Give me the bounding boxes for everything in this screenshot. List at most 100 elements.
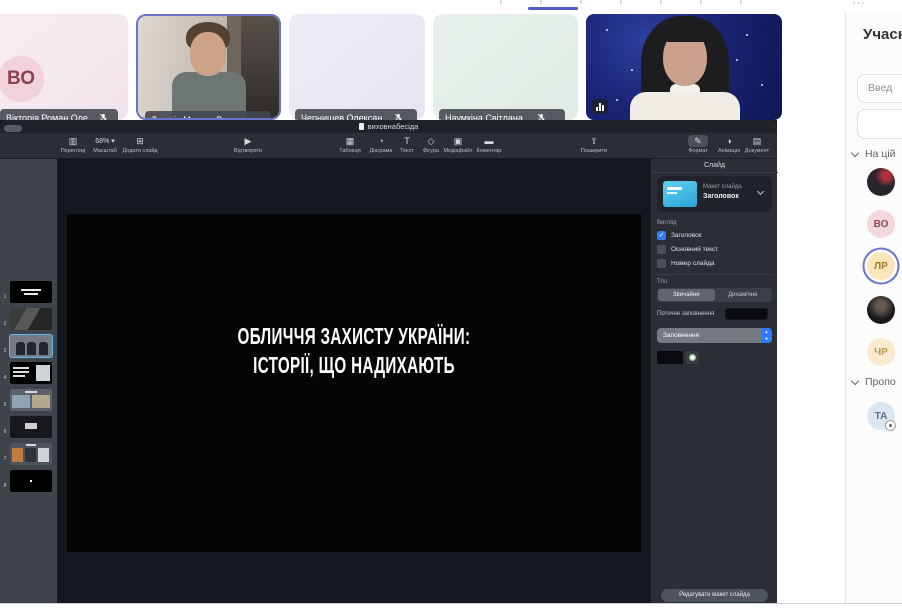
section-suggested[interactable]: Пропо xyxy=(865,376,896,388)
slide-thumbnail-1[interactable] xyxy=(10,281,52,303)
participant-tile-naumkina[interactable]: Наумкіна Світлана ... xyxy=(433,14,578,120)
top-strip: ⋯ xyxy=(0,0,902,14)
toolbar-share-button[interactable]: ⇧ Поширити xyxy=(575,135,613,155)
slide-number: 8 xyxy=(2,483,8,489)
slide-thumbnail-6[interactable] xyxy=(10,416,52,438)
sidebar-secondary-box[interactable] xyxy=(857,109,902,139)
participant-avatar-lr-active[interactable]: ЛР xyxy=(867,252,895,280)
participant-tile-lahutin-video[interactable]: Лагутін Микита Романо... xyxy=(136,14,281,120)
slide-thumbnail-8[interactable] xyxy=(10,470,52,492)
toolbar-document-button[interactable]: ▤ Документ xyxy=(740,135,774,155)
toolbar-label: Відтворити xyxy=(234,148,262,154)
segment-standard[interactable]: Звичайне xyxy=(658,289,715,301)
slide-title-line1: ОБЛИЧЧЯ ЗАХИСТУ УКРАЇНИ: xyxy=(165,322,544,351)
slide-thumbnail-4[interactable] xyxy=(10,362,52,384)
toolbar-view-button[interactable]: ▥ Перегляд xyxy=(57,135,89,155)
star xyxy=(761,84,763,86)
slide-canvas[interactable]: ОБЛИЧЧЯ ЗАХИСТУ УКРАЇНИ: ІСТОРІЇ, ЩО НАД… xyxy=(67,214,641,552)
slide-number: 1 xyxy=(2,294,8,300)
checkbox-label: Основний текст xyxy=(671,246,718,253)
star xyxy=(746,34,748,36)
slide-thumbnail-7[interactable] xyxy=(10,443,52,465)
window-controls[interactable] xyxy=(4,125,22,132)
toolbar-media-button[interactable]: ▣ Медіафайл xyxy=(440,135,476,155)
participant-avatar-photo[interactable] xyxy=(867,296,895,324)
current-fill-swatch[interactable] xyxy=(725,308,768,320)
checkbox-label: Номер слайда xyxy=(671,260,715,267)
slide-title[interactable]: ОБЛИЧЧЯ ЗАХИСТУ УКРАЇНИ: ІСТОРІЇ, ЩО НАД… xyxy=(165,322,544,380)
toolbar-play-button[interactable]: ▶ Відтворити xyxy=(228,135,268,155)
sidebar-title: Учасн xyxy=(863,26,902,43)
inspector-tab-slide[interactable]: Слайд xyxy=(651,159,778,173)
fill-color-well[interactable] xyxy=(657,351,683,364)
toolbar-text-button[interactable]: Т Текст xyxy=(394,135,420,155)
slide-thumbnail-5[interactable] xyxy=(10,389,52,411)
participant-tile-speaker-video[interactable] xyxy=(586,14,782,120)
participant-avatar-vo[interactable]: ВО xyxy=(867,210,895,238)
toolbar-add-slide-button[interactable]: ⊞ Додати слайд xyxy=(121,135,159,155)
participant-avatar-chr[interactable]: ЧР xyxy=(867,338,895,366)
participant-search-input[interactable]: Введ xyxy=(857,74,902,103)
toolbar-label: Додати слайд xyxy=(122,148,157,154)
mic-muted-icon xyxy=(99,113,108,120)
slide-title-line2: ІСТОРІЇ, ЩО НАДИХАЮТЬ xyxy=(165,351,544,380)
media-icon: ▣ xyxy=(440,135,476,148)
add-slide-icon: ⊞ xyxy=(121,135,159,148)
toolbar-label: Масштаб xyxy=(93,148,117,154)
dropdown-stepper-icon[interactable]: ▲▼ xyxy=(761,328,772,343)
checkbox-row-slide-number[interactable]: Номер слайда xyxy=(657,258,715,268)
participant-avatar-photo[interactable] xyxy=(867,168,895,196)
edit-slide-layout-button[interactable]: Редагувати макет слайда xyxy=(661,589,768,602)
checkbox-unchecked-icon[interactable] xyxy=(657,259,666,268)
mic-muted-icon xyxy=(394,113,403,120)
slide-number: 3 xyxy=(2,348,8,354)
color-picker-button[interactable] xyxy=(686,351,699,364)
current-fill-label: Поточне заповнення xyxy=(657,311,714,317)
toolbar-table-button[interactable]: ▦ Таблиця xyxy=(332,135,368,155)
presentation-titlebar: виховнабесіда xyxy=(0,120,777,133)
active-tab-indicator xyxy=(528,7,578,10)
participant-name-badge: Вікторія Роман Оле... xyxy=(0,109,118,120)
toolbar-chart-button[interactable]: ◔ Діаграма xyxy=(364,135,398,155)
toolbar-label: Коментар xyxy=(477,148,502,154)
participant-name-badge: Чернишев Олексан... xyxy=(295,109,417,120)
person-bangs xyxy=(660,24,710,42)
share-icon: ⇧ xyxy=(575,135,613,148)
toolbar-zoom-control[interactable]: 68% ▾ Масштаб xyxy=(89,135,121,155)
top-tick xyxy=(540,0,542,4)
segment-dynamic[interactable]: Динамічне xyxy=(715,289,772,301)
fill-type-dropdown[interactable]: Заповнення ▲▼ xyxy=(657,328,772,343)
toolbar-comment-button[interactable]: ▬ Коментар xyxy=(472,135,506,155)
layout-thumbnail xyxy=(663,181,697,207)
checkbox-row-body-text[interactable]: Основний текст xyxy=(657,244,718,254)
person-body xyxy=(630,92,740,120)
participant-tile-viktoriia[interactable]: ВО Вікторія Роман Оле... xyxy=(0,14,128,120)
star xyxy=(616,99,618,101)
checkbox-checked-icon[interactable]: ✓ xyxy=(657,231,666,240)
suggested-status-icon xyxy=(885,420,896,431)
chart-icon: ◔ xyxy=(364,135,398,148)
participants-sidebar: Учасн Введ На цій ВО ЛР ЧР Пропо ТА xyxy=(845,12,902,603)
audio-level-icon xyxy=(592,99,608,114)
section-on-this-call[interactable]: На цій xyxy=(865,148,896,160)
video-shelf xyxy=(227,16,241,76)
comment-icon: ▬ xyxy=(472,135,506,148)
star xyxy=(631,69,633,71)
fill-type-value: Заповнення xyxy=(663,332,699,339)
slide-layout-selector[interactable]: Макет слайда Заголовок xyxy=(657,176,772,212)
participant-tile-chernyshev[interactable]: ЧР Чернишев Олексан... xyxy=(289,14,425,120)
checkbox-unchecked-icon[interactable] xyxy=(657,245,666,254)
slide-thumbnail-2[interactable] xyxy=(10,308,52,330)
mic-muted-icon xyxy=(537,113,546,120)
chevron-down-icon[interactable] xyxy=(851,377,859,385)
checkbox-row-title[interactable]: ✓ Заголовок xyxy=(657,230,702,240)
top-tick xyxy=(620,0,622,4)
chevron-down-icon[interactable] xyxy=(851,149,859,157)
slide-number: 5 xyxy=(2,402,8,408)
slide-thumbnail-3-selected[interactable] xyxy=(9,334,53,358)
more-options-icon[interactable]: ⋯ xyxy=(852,0,866,11)
chevron-down-icon xyxy=(757,188,764,195)
checkbox-label: Заголовок xyxy=(671,232,702,239)
toolbar-format-button[interactable]: ✎ Формат xyxy=(680,135,716,155)
document-settings-icon: ▤ xyxy=(740,135,774,148)
